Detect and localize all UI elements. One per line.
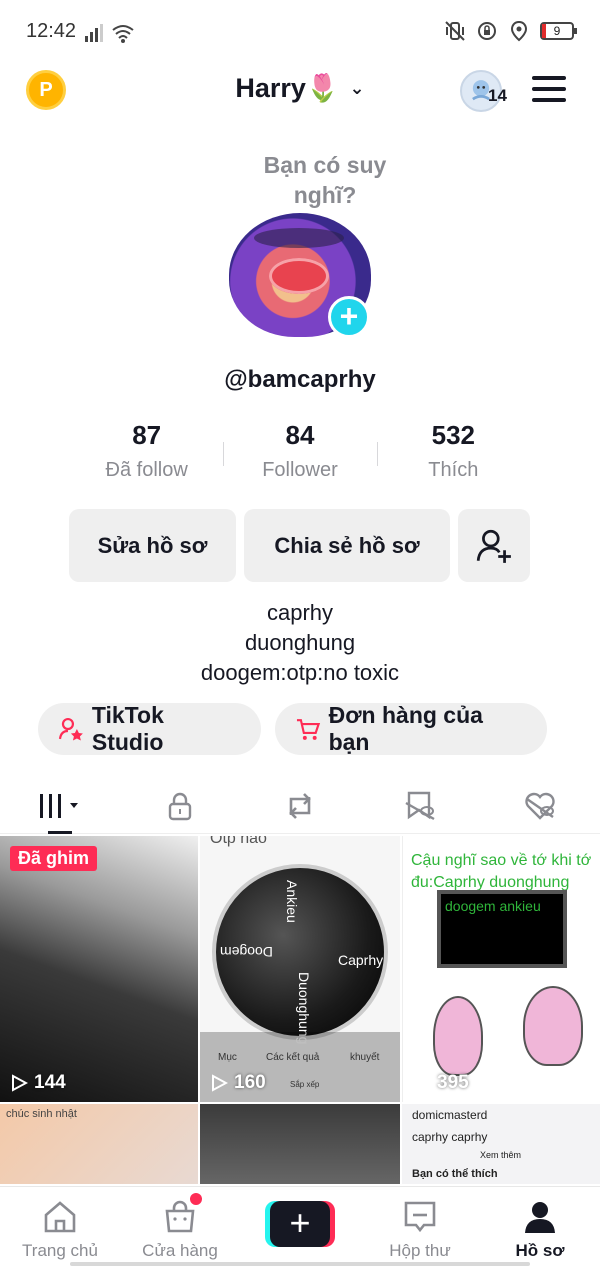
vibrate-icon xyxy=(445,21,465,41)
video-thumbnail[interactable]: domicmasterd caprhy caprhy Xem thêm Bạn … xyxy=(402,1104,600,1184)
tab-private[interactable] xyxy=(120,778,240,833)
nav-shop[interactable]: Cửa hàng xyxy=(120,1187,240,1267)
signal-icon xyxy=(85,24,103,42)
nav-create[interactable]: + xyxy=(240,1187,360,1267)
pinned-badge: Đã ghim xyxy=(10,846,98,871)
data-saver-icon xyxy=(478,22,496,40)
followers-stat[interactable]: 84 Follower xyxy=(223,420,376,482)
bio-line: doogem:otp:no toxic xyxy=(200,660,400,685)
video-caption: Otp nào xyxy=(210,836,267,847)
add-user-icon xyxy=(476,529,511,563)
nav-home[interactable]: Trang chủ xyxy=(0,1187,120,1267)
profile-bio: caprhy duonghung doogem:otp:no toxic xyxy=(0,598,600,688)
profile-icon xyxy=(525,1202,555,1233)
view-count: 160 xyxy=(210,1072,266,1094)
repost-icon xyxy=(289,792,311,819)
video-thumbnail[interactable]: Đã ghim 144 xyxy=(0,836,198,1102)
video-caption: chúc sinh nhật xyxy=(6,1108,77,1120)
notification-dot xyxy=(190,1193,202,1205)
plus-icon: + xyxy=(270,1201,330,1247)
home-icon xyxy=(44,1201,76,1233)
video-thumbnail[interactable]: chúc sinh nhật xyxy=(0,1104,198,1184)
profile-stats: 87 Đã follow 84 Follower 532 Thích xyxy=(70,420,530,482)
chevron-down-icon: ⌄ xyxy=(349,78,365,98)
profile-tabs xyxy=(0,778,600,834)
edit-profile-button[interactable]: Sửa hồ sơ xyxy=(69,509,236,582)
tulip-emoji: 🌷 xyxy=(305,73,340,103)
video-thumbnail[interactable]: Otp nào Ankieu Doogem Caprhy Duonghung M… xyxy=(200,836,400,1102)
view-count: 395 xyxy=(413,1072,469,1094)
tiktok-studio-button[interactable]: TikTok Studio xyxy=(38,702,261,755)
favorites-icon xyxy=(405,791,435,820)
create-button[interactable]: + xyxy=(265,1201,335,1247)
video-thumbnail[interactable]: Cậu nghĩ sao về tớ khi tớ đu:Caprhy duon… xyxy=(402,836,600,1102)
nav-inbox[interactable]: Hộp thư xyxy=(360,1187,480,1267)
liked-icon xyxy=(525,792,555,820)
menu-icon[interactable] xyxy=(532,76,566,102)
tab-reposts[interactable] xyxy=(240,778,360,833)
studio-icon xyxy=(58,717,83,741)
video-caption: Cậu nghĩ sao về tớ khi tớ đu:Caprhy duon… xyxy=(411,852,592,891)
add-story-button[interactable]: + xyxy=(328,296,370,338)
profile-handle: @bamcaprhy xyxy=(224,366,376,393)
lock-icon xyxy=(168,792,192,820)
following-stat[interactable]: 87 Đã follow xyxy=(70,420,223,482)
view-count: 144 xyxy=(10,1072,66,1094)
location-icon xyxy=(510,20,528,42)
profile-top-bar: P Harry🌷 ⌄ 14 xyxy=(0,62,600,122)
video-thumbnail[interactable] xyxy=(200,1104,400,1184)
status-bar: 12:42 9 xyxy=(0,0,600,62)
battery-icon: 9 xyxy=(540,22,577,40)
wifi-icon xyxy=(112,25,134,43)
tv-graphic: doogem ankieu xyxy=(437,890,567,968)
profile-links: TikTok Studio Đơn hàng của bạn xyxy=(38,702,547,755)
cart-icon xyxy=(296,719,321,740)
tab-videos[interactable] xyxy=(0,778,120,834)
friends-count: 14 xyxy=(488,86,507,105)
nav-profile[interactable]: Hồ sơ xyxy=(480,1187,600,1267)
tab-favorites[interactable] xyxy=(360,778,480,833)
bio-line: duonghung xyxy=(244,630,356,655)
likes-stat[interactable]: 532 Thích xyxy=(376,420,530,482)
orders-button[interactable]: Đơn hàng của bạn xyxy=(275,702,547,755)
inbox-icon xyxy=(404,1201,436,1233)
add-friend-button[interactable] xyxy=(458,509,530,582)
account-switcher[interactable]: Harry🌷 ⌄ xyxy=(0,72,600,104)
video-artwork: Ankieu Doogem Caprhy Duonghung xyxy=(212,864,388,1044)
play-icon xyxy=(12,1074,28,1092)
video-grid: Đã ghim 144 Otp nào Ankieu Doogem Caprhy… xyxy=(0,836,600,1184)
thought-bubble[interactable]: Bạn có suy nghĩ? xyxy=(240,150,410,210)
play-icon xyxy=(212,1074,228,1092)
bottom-navigation: Trang chủ Cửa hàng + Hộp thư Hồ sơ xyxy=(0,1186,600,1267)
tab-liked[interactable] xyxy=(480,778,600,833)
share-profile-button[interactable]: Chia sẻ hồ sơ xyxy=(244,509,450,582)
grid-icon xyxy=(40,793,78,818)
home-indicator xyxy=(70,1262,530,1266)
bio-line: caprhy xyxy=(266,600,334,625)
play-icon xyxy=(415,1074,431,1092)
profile-actions: Sửa hồ sơ Chia sẻ hồ sơ xyxy=(69,509,530,582)
account-name: Harry xyxy=(235,73,306,103)
status-time: 12:42 xyxy=(26,20,77,42)
